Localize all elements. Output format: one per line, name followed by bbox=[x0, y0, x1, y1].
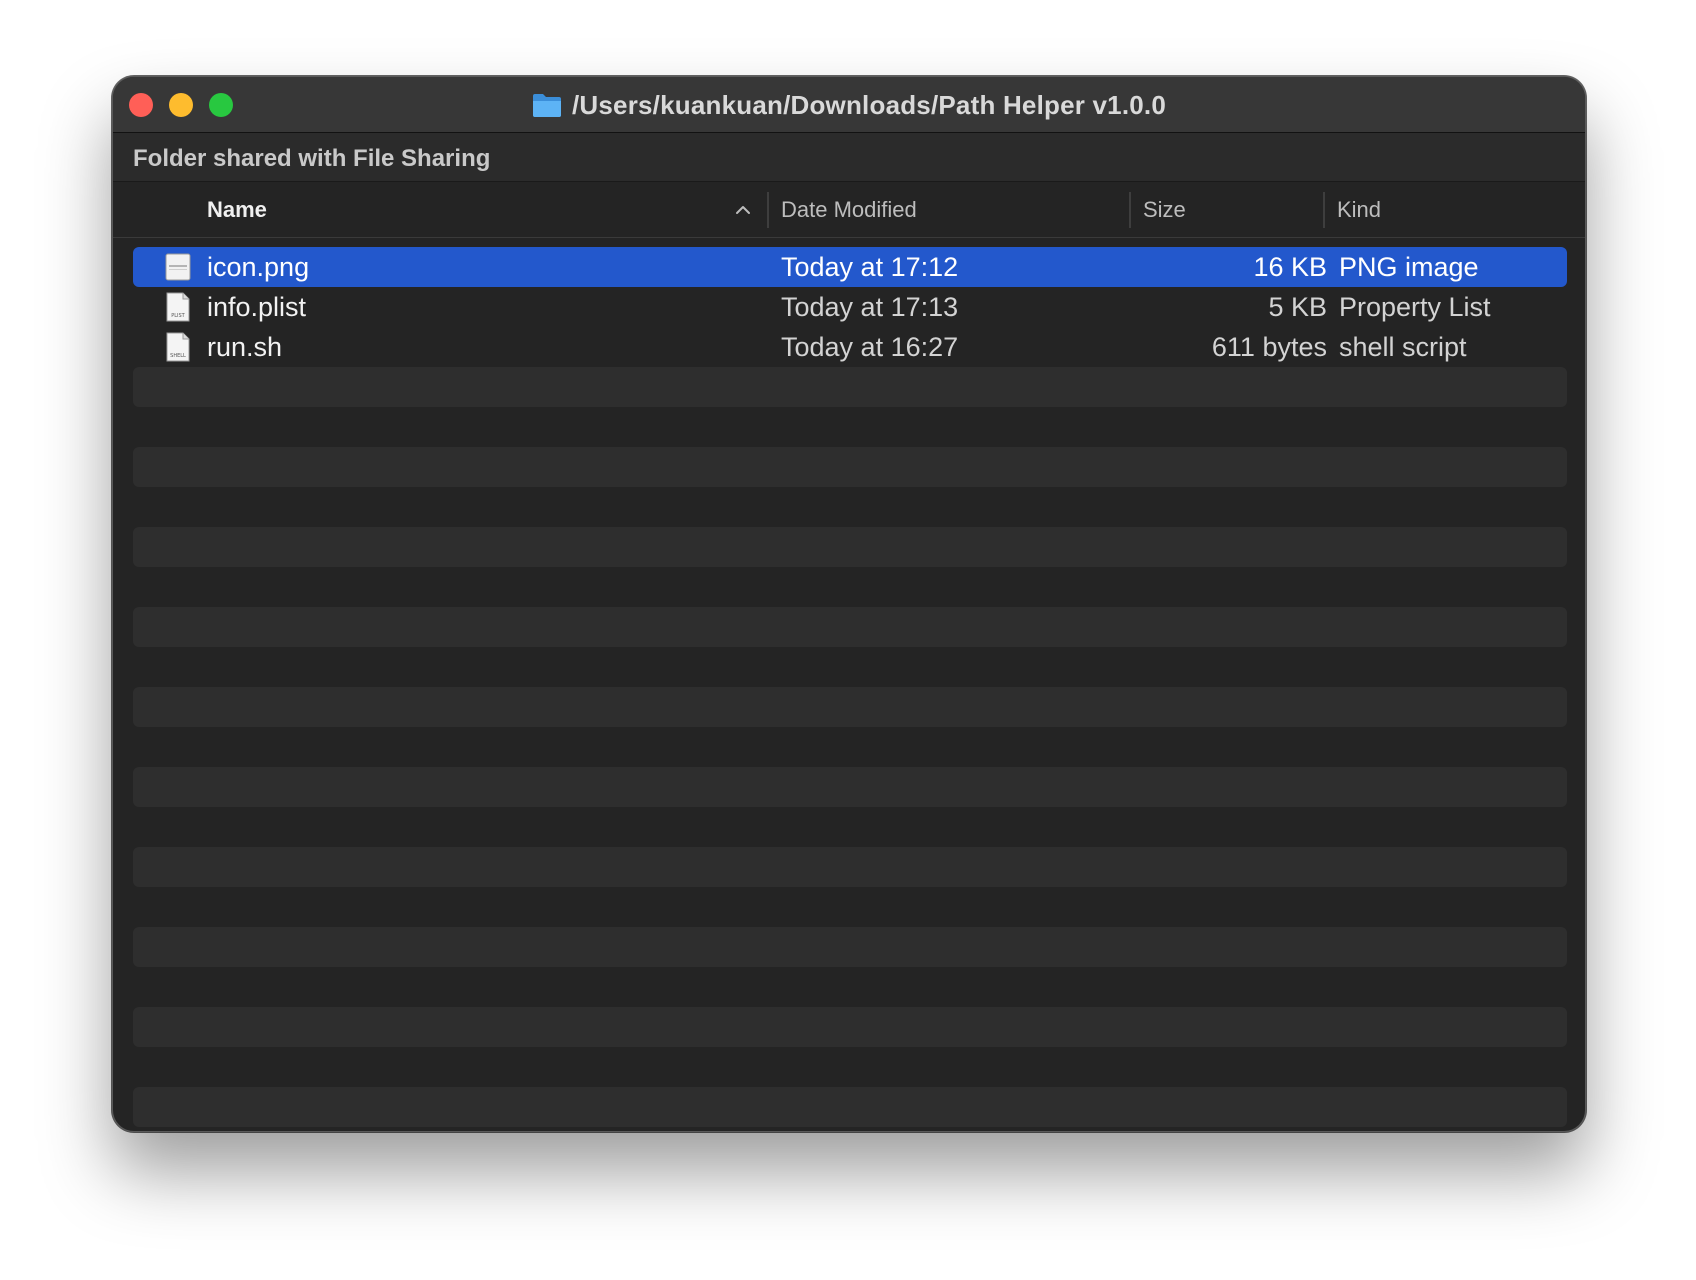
empty-row bbox=[133, 567, 1567, 607]
window-title-area: /Users/kuankuan/Downloads/Path Helper v1… bbox=[113, 77, 1585, 133]
empty-row bbox=[133, 727, 1567, 767]
plist-file-icon: PLIST bbox=[166, 292, 190, 322]
empty-row bbox=[133, 607, 1567, 647]
empty-row bbox=[133, 1047, 1567, 1087]
file-name: info.plist bbox=[207, 292, 307, 322]
empty-row bbox=[133, 647, 1567, 687]
column-divider[interactable] bbox=[767, 192, 769, 228]
file-kind: Property List bbox=[1339, 292, 1491, 322]
column-header-name[interactable]: Name bbox=[207, 182, 267, 238]
empty-row bbox=[133, 1127, 1567, 1131]
file-row-info-plist[interactable]: PLIST info.plist Today at 17:13 5 KB Pro… bbox=[133, 287, 1567, 327]
plist-icon-label: PLIST bbox=[171, 313, 185, 319]
file-size: 611 bytes bbox=[1211, 332, 1327, 362]
column-divider[interactable] bbox=[1129, 192, 1131, 228]
title-bar[interactable]: /Users/kuankuan/Downloads/Path Helper v1… bbox=[113, 77, 1585, 133]
file-size: 5 KB bbox=[1268, 292, 1327, 322]
empty-row bbox=[133, 487, 1567, 527]
file-row-icon-png[interactable]: icon.png Today at 17:12 16 KB PNG image bbox=[133, 247, 1567, 287]
empty-row bbox=[133, 687, 1567, 727]
window-title: /Users/kuankuan/Downloads/Path Helper v1… bbox=[571, 89, 1166, 120]
finder-window: /Users/kuankuan/Downloads/Path Helper v1… bbox=[112, 76, 1586, 1132]
empty-row bbox=[133, 927, 1567, 967]
file-date: Today at 17:13 bbox=[781, 292, 959, 322]
column-header-size[interactable]: Size bbox=[1143, 182, 1186, 238]
column-header-kind[interactable]: Kind bbox=[1337, 182, 1381, 238]
empty-row bbox=[133, 407, 1567, 447]
column-header-date[interactable]: Date Modified bbox=[781, 182, 917, 238]
empty-row bbox=[133, 887, 1567, 927]
empty-row bbox=[133, 367, 1567, 407]
shell-icon-label: SHELL bbox=[170, 353, 186, 359]
file-name: icon.png bbox=[207, 252, 310, 282]
file-date: Today at 17:12 bbox=[781, 252, 959, 282]
info-bar: Folder shared with File Sharing bbox=[113, 133, 1585, 182]
shell-file-icon: SHELL bbox=[166, 332, 190, 362]
file-kind: PNG image bbox=[1339, 252, 1479, 282]
empty-row bbox=[133, 807, 1567, 847]
empty-row bbox=[133, 967, 1567, 1007]
empty-row bbox=[133, 1087, 1567, 1127]
file-list: icon.png Today at 17:12 16 KB PNG image … bbox=[133, 247, 1567, 1131]
file-date: Today at 16:27 bbox=[781, 332, 959, 362]
column-divider[interactable] bbox=[1323, 192, 1325, 228]
folder-icon bbox=[532, 94, 561, 117]
file-row-run-sh[interactable]: SHELL run.sh Today at 16:27 611 bytes sh… bbox=[133, 327, 1567, 367]
file-name: run.sh bbox=[207, 332, 283, 362]
empty-row bbox=[133, 527, 1567, 567]
sharing-status-text: Folder shared with File Sharing bbox=[133, 145, 491, 172]
file-size: 16 KB bbox=[1253, 252, 1327, 282]
empty-row bbox=[133, 447, 1567, 487]
file-kind: shell script bbox=[1339, 332, 1467, 362]
column-header: Name Date Modified Size Kind bbox=[113, 182, 1585, 238]
png-file-icon bbox=[165, 253, 191, 281]
empty-row bbox=[133, 847, 1567, 887]
empty-row bbox=[133, 767, 1567, 807]
sort-ascending-icon[interactable] bbox=[733, 200, 753, 220]
empty-row bbox=[133, 1007, 1567, 1047]
